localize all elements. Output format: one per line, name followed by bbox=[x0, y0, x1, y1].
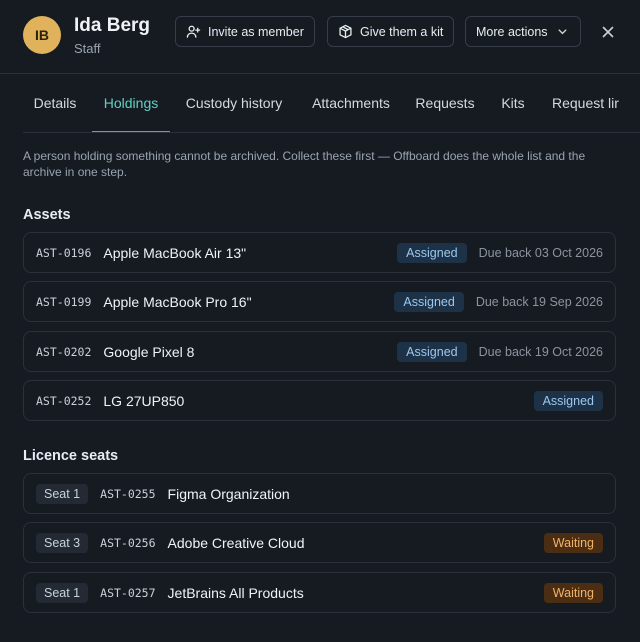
status-badge: Assigned bbox=[397, 341, 467, 362]
tab-bar: Details Holdings Custody history Attachm… bbox=[23, 74, 640, 133]
licence-row[interactable]: Seat 1 AST-0257 JetBrains All Products W… bbox=[23, 572, 616, 613]
asset-name: LG 27UP850 bbox=[103, 392, 185, 409]
asset-name: Apple MacBook Pro 16" bbox=[103, 293, 252, 310]
asset-code: AST-0252 bbox=[36, 393, 92, 408]
status-badge: Waiting bbox=[543, 582, 603, 603]
tab-kits[interactable]: Kits bbox=[492, 74, 534, 132]
asset-row[interactable]: AST-0202 Google Pixel 8 Assigned Due bac… bbox=[23, 331, 616, 372]
licence-row[interactable]: Seat 1 AST-0255 Figma Organization bbox=[23, 473, 616, 514]
tab-attachments[interactable]: Attachments bbox=[302, 74, 400, 132]
asset-code: AST-0202 bbox=[36, 344, 92, 359]
avatar: IB bbox=[23, 16, 61, 54]
licence-row[interactable]: Seat 3 AST-0256 Adobe Creative Cloud Wai… bbox=[23, 522, 616, 563]
seat-badge: Seat 3 bbox=[36, 532, 89, 553]
archive-notice: A person holding something cannot be arc… bbox=[23, 149, 586, 179]
asset-row[interactable]: AST-0199 Apple MacBook Pro 16" Assigned … bbox=[23, 281, 616, 322]
assets-section-title: Assets bbox=[23, 207, 71, 223]
asset-row[interactable]: AST-0252 LG 27UP850 Assigned bbox=[23, 380, 616, 421]
package-icon bbox=[339, 24, 352, 39]
asset-name: Google Pixel 8 bbox=[103, 343, 195, 360]
give-them-a-kit-label: Give them a kit bbox=[360, 24, 444, 39]
due-date: Due back 19 Sep 2026 bbox=[475, 294, 603, 309]
licence-name: Adobe Creative Cloud bbox=[167, 534, 305, 551]
give-them-a-kit-button[interactable]: Give them a kit bbox=[327, 16, 455, 47]
person-role: Staff bbox=[74, 41, 101, 56]
tab-requests[interactable]: Requests bbox=[409, 74, 481, 132]
tab-request-links[interactable]: Request lir bbox=[552, 74, 640, 132]
status-badge: Assigned bbox=[394, 291, 464, 312]
due-date: Due back 03 Oct 2026 bbox=[478, 245, 603, 260]
licence-name: JetBrains All Products bbox=[167, 584, 304, 601]
licence-name: Figma Organization bbox=[167, 485, 290, 502]
asset-code: AST-0257 bbox=[100, 585, 156, 600]
close-button[interactable] bbox=[598, 22, 618, 42]
status-badge: Waiting bbox=[543, 532, 603, 553]
tab-custody-history[interactable]: Custody history bbox=[178, 74, 290, 132]
more-actions-button[interactable]: More actions bbox=[465, 16, 581, 47]
user-plus-icon bbox=[186, 25, 201, 38]
asset-code: AST-0256 bbox=[100, 535, 156, 550]
tab-holdings[interactable]: Holdings bbox=[92, 74, 170, 132]
more-actions-label: More actions bbox=[476, 24, 548, 39]
invite-as-member-button[interactable]: Invite as member bbox=[175, 16, 315, 47]
close-icon bbox=[602, 26, 614, 38]
drawer-header: IB Ida Berg Staff Invite as member Give … bbox=[0, 0, 640, 74]
person-name: Ida Berg bbox=[74, 15, 151, 36]
tab-details[interactable]: Details bbox=[23, 74, 87, 132]
asset-row[interactable]: AST-0196 Apple MacBook Air 13" Assigned … bbox=[23, 232, 616, 273]
seat-badge: Seat 1 bbox=[36, 483, 89, 504]
invite-as-member-label: Invite as member bbox=[208, 24, 304, 39]
licence-seats-section-title: Licence seats bbox=[23, 448, 119, 464]
due-date: Due back 19 Oct 2026 bbox=[478, 344, 603, 359]
asset-code: AST-0199 bbox=[36, 294, 92, 309]
asset-code: AST-0196 bbox=[36, 245, 92, 260]
status-badge: Assigned bbox=[533, 390, 603, 411]
asset-name: Apple MacBook Air 13" bbox=[103, 244, 247, 261]
asset-code: AST-0255 bbox=[100, 486, 156, 501]
chevron-down-icon bbox=[558, 29, 567, 35]
seat-badge: Seat 1 bbox=[36, 582, 89, 603]
status-badge: Assigned bbox=[397, 242, 467, 263]
